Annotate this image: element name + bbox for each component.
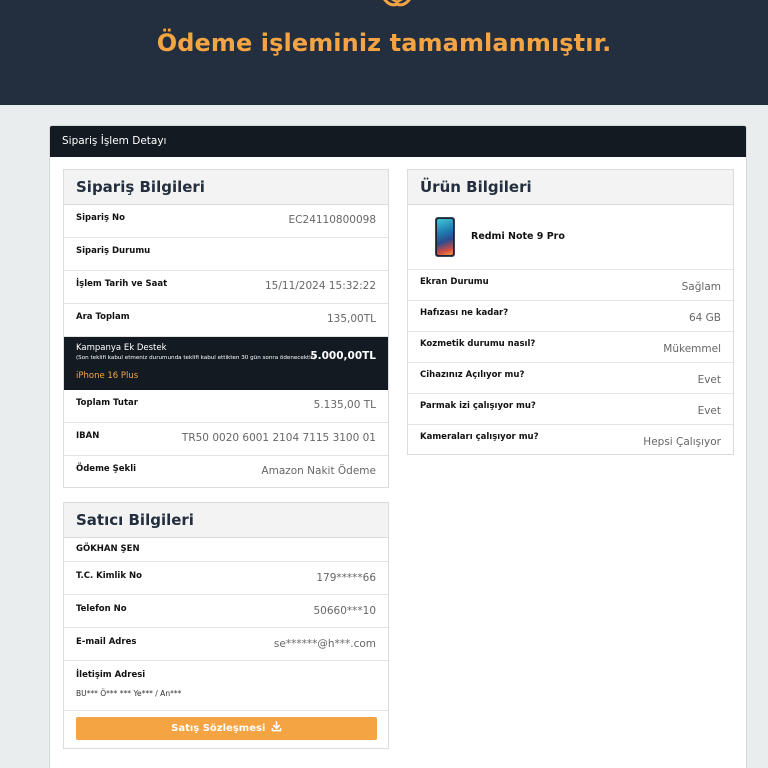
storage-row: Hafızası ne kadar? 64 GB [408, 301, 733, 332]
screen-condition-value: Sağlam [681, 281, 721, 293]
iban-label: IBAN [76, 431, 100, 441]
fingerprint-row: Parmak izi çalışıyor mu? Evet [408, 394, 733, 425]
seller-address-row: İletişim Adresi BU*** Ö*** *** Ye*** / A… [64, 661, 388, 711]
order-detail-header: Sipariş İşlem Detayı [50, 126, 746, 157]
order-datetime-label: İşlem Tarih ve Saat [76, 279, 168, 289]
payment-method-value: Amazon Nakit Ödeme [261, 465, 376, 477]
product-info-heading: Ürün Bilgileri [408, 170, 733, 205]
iban-row: IBAN TR50 0020 6001 2104 7115 3100 01 [64, 423, 388, 456]
order-subtotal-row: Ara Toplam 135,00TL [64, 304, 388, 337]
seller-phone-label: Telefon No [76, 604, 127, 614]
seller-tc-label: T.C. Kimlik No [76, 571, 142, 581]
success-title: Ödeme işleminiz tamamlanmıştır. [156, 29, 612, 57]
order-subtotal-value: 135,00TL [326, 313, 376, 325]
download-icon [271, 721, 282, 732]
sales-contract-label: Satış Sözleşmesi [171, 723, 266, 734]
seller-info-panel: Satıcı Bilgileri GÖKHAN ŞEN T.C. Kimlik … [63, 502, 389, 749]
seller-name-row: GÖKHAN ŞEN [64, 538, 388, 562]
order-status-label: Sipariş Durumu [76, 246, 151, 256]
cosmetic-label: Kozmetik durumu nasıl? [420, 339, 536, 349]
order-total-label: Toplam Tutar [76, 398, 138, 408]
order-info-heading: Sipariş Bilgileri [64, 170, 388, 205]
seller-info-heading: Satıcı Bilgileri [64, 503, 388, 538]
cosmetic-value: Mükemmel [663, 343, 721, 355]
success-banner: Ödeme işleminiz tamamlanmıştır. [0, 0, 768, 105]
sales-contract-button[interactable]: Satış Sözleşmesi [76, 717, 377, 740]
camera-row: Kameraları çalışıyor mu? Hepsi Çalışıyor [408, 425, 733, 456]
seller-phone-row: Telefon No 50660***10 [64, 595, 388, 628]
campaign-row: Kampanya Ek Destek (Son teklifi kabul et… [64, 337, 388, 390]
seller-email-value: se******@h***.com [273, 638, 376, 650]
storage-label: Hafızası ne kadar? [420, 308, 509, 318]
payment-method-label: Ödeme Şekli [76, 464, 137, 474]
seller-address-value: BU*** Ö*** *** Ye*** / An*** [76, 689, 182, 698]
product-summary-row: Redmi Note 9 Pro [408, 205, 733, 270]
storage-value: 64 GB [688, 312, 721, 324]
smartphone-image [435, 217, 455, 257]
order-status-row: Sipariş Durumu [64, 238, 388, 271]
order-datetime-value: 15/11/2024 15:32:22 [264, 280, 376, 292]
order-datetime-row: İşlem Tarih ve Saat 15/11/2024 15:32:22 [64, 271, 388, 304]
campaign-amount: 5.000,00TL [310, 350, 376, 362]
screen-condition-row: Ekran Durumu Sağlam [408, 270, 733, 301]
seller-name: GÖKHAN ŞEN [76, 544, 140, 554]
screen-condition-label: Ekran Durumu [420, 277, 489, 287]
order-subtotal-label: Ara Toplam [76, 312, 130, 322]
product-name: Redmi Note 9 Pro [471, 231, 565, 242]
fingerprint-value: Evet [697, 405, 721, 417]
order-no-row: Sipariş No EC24110800098 [64, 205, 388, 238]
camera-value: Hepsi Çalışıyor [643, 436, 721, 448]
order-total-row: Toplam Tutar 5.135,00 TL [64, 390, 388, 423]
camera-label: Kameraları çalışıyor mu? [420, 432, 539, 442]
campaign-title: Kampanya Ek Destek [76, 343, 167, 353]
order-total-value: 5.135,00 TL [313, 399, 376, 411]
power-on-label: Cihazınız Açılıyor mu? [420, 370, 525, 380]
seller-tc-value: 179*****66 [316, 572, 376, 584]
payment-method-row: Ödeme Şekli Amazon Nakit Ödeme [64, 456, 388, 489]
power-on-value: Evet [697, 374, 721, 386]
campaign-note: (Son teklifi kabul etmeniz durumunda tek… [76, 355, 316, 361]
seller-address-label: İletişim Adresi [76, 670, 146, 680]
seller-phone-value: 50660***10 [313, 605, 376, 617]
fingerprint-label: Parmak izi çalışıyor mu? [420, 401, 536, 411]
seller-email-row: E-mail Adres se******@h***.com [64, 628, 388, 661]
order-detail-card: Sipariş İşlem Detayı Sipariş Bilgileri S… [49, 125, 747, 768]
order-no-value: EC24110800098 [288, 214, 376, 226]
campaign-device: iPhone 16 Plus [76, 371, 139, 381]
cosmetic-row: Kozmetik durumu nasıl? Mükemmel [408, 332, 733, 363]
power-on-row: Cihazınız Açılıyor mu? Evet [408, 363, 733, 394]
product-info-panel: Ürün Bilgileri Redmi Note 9 Pro Ekran Du… [407, 169, 734, 455]
seller-email-label: E-mail Adres [76, 637, 137, 647]
iban-value: TR50 0020 6001 2104 7115 3100 01 [181, 432, 376, 444]
order-no-label: Sipariş No [76, 213, 125, 223]
handshake-icon [383, 0, 411, 7]
seller-tc-row: T.C. Kimlik No 179*****66 [64, 562, 388, 595]
order-info-panel: Sipariş Bilgileri Sipariş No EC241108000… [63, 169, 389, 488]
